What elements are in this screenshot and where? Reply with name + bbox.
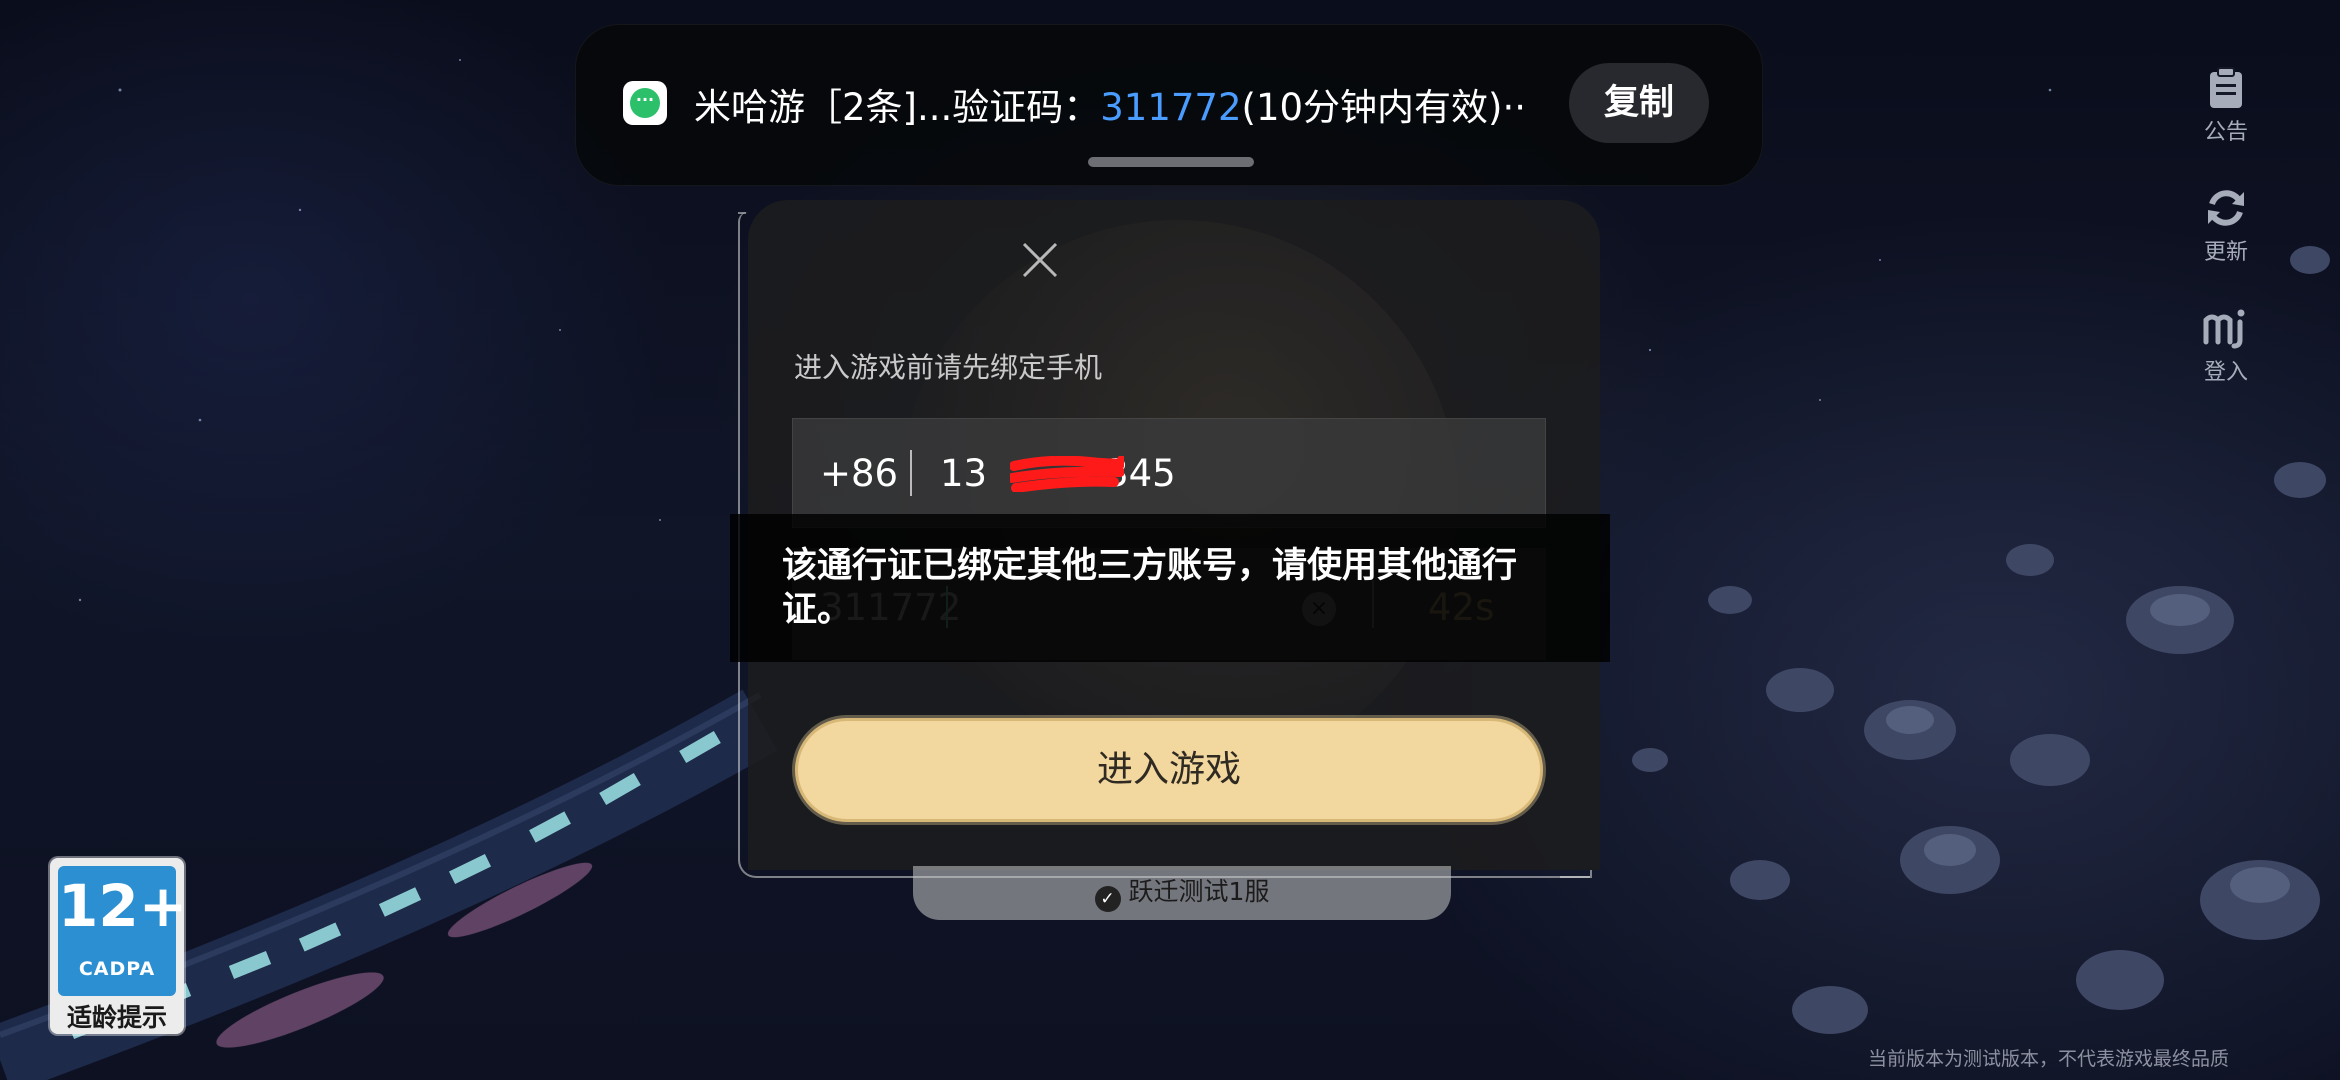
refresh-icon (2208, 190, 2244, 226)
notification-text: 米哈游［2条]...验证码：311772(10分钟内有效)·· (694, 77, 1526, 131)
notification-suffix: (10分钟内有效)·· (1241, 86, 1526, 129)
clipboard-icon (2210, 67, 2242, 108)
age-rating-panel: 12+ CADPA (58, 866, 188, 996)
notification-code: 311772 (1100, 86, 1242, 129)
sms-notification[interactable]: 米哈游［2条]...验证码：311772(10分钟内有效)·· 复制 (575, 24, 1763, 186)
login-label: 登入 (2203, 360, 2248, 385)
redaction-scribble (1010, 456, 1124, 492)
announcement-button[interactable]: 公告 (2166, 66, 2286, 146)
update-button[interactable]: 更新 (2166, 186, 2286, 266)
mihoyo-logo-icon (2203, 309, 2245, 349)
phone-divider (910, 450, 912, 496)
age-rating-badge[interactable]: 12+ CADPA 适龄提示 (50, 858, 188, 1034)
close-icon[interactable] (1018, 238, 1062, 282)
notification-drag-handle[interactable] (1088, 157, 1254, 167)
dialog-frame-corner (738, 212, 746, 214)
announcement-label: 公告 (2203, 120, 2248, 145)
notification-prefix: 米哈游［2条]...验证码： (694, 86, 1101, 129)
copy-button[interactable]: 复制 (1569, 63, 1709, 143)
error-toast: 该通行证已绑定其他三方账号，请使用其他通行证。 (730, 514, 1610, 662)
toast-message: 该通行证已绑定其他三方账号，请使用其他通行证。 (782, 546, 1518, 630)
message-bubble-icon (623, 81, 667, 125)
enter-game-button[interactable]: 进入游戏 (795, 718, 1543, 822)
check-icon: ✓ (1094, 886, 1121, 912)
phone-start: 13 (940, 452, 988, 495)
age-rating-number: 12+ (58, 872, 188, 940)
login-button[interactable]: 登入 (2166, 306, 2286, 386)
age-rating-label: 适龄提示 (66, 1003, 167, 1032)
age-rating-org: CADPA (78, 958, 156, 980)
server-selector[interactable]: ✓ 跃迁测试1服 (913, 866, 1451, 920)
test-version-notice: 当前版本为测试版本，不代表游戏最终品质 (1868, 1048, 2230, 1070)
update-label: 更新 (2203, 240, 2248, 265)
dialog-frame-corner-bottom (1560, 870, 1592, 878)
country-code-selector[interactable]: +86 (820, 452, 898, 495)
dialog-title: 进入游戏前请先绑定手机 (794, 351, 1103, 384)
server-label: 跃迁测试1服 (1128, 877, 1270, 906)
